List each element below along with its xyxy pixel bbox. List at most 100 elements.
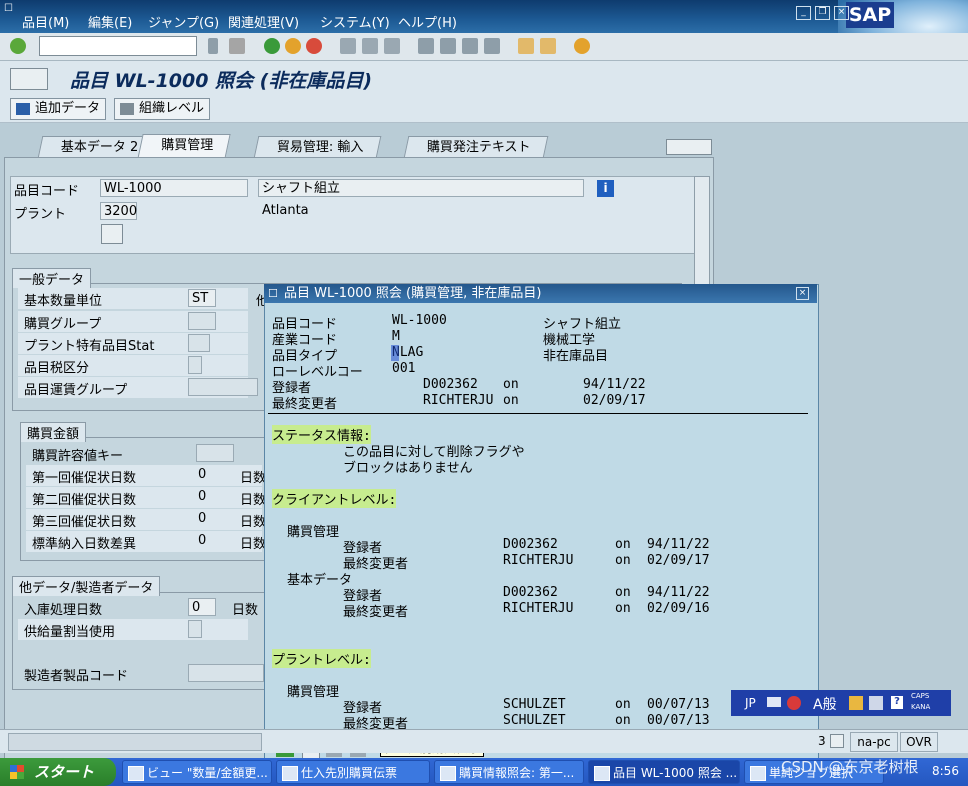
menu-system[interactable]: システム(Y) bbox=[320, 12, 390, 31]
page-title: 品目 WL-1000 照会 (非在庫品目) bbox=[70, 70, 373, 92]
plant-status-field[interactable] bbox=[188, 334, 210, 352]
arrow-right-icon bbox=[16, 103, 30, 115]
purchasing-group-field[interactable] bbox=[188, 312, 216, 330]
menu-edit[interactable]: 編集(E) bbox=[88, 12, 132, 31]
tab-purchase-order-text[interactable]: 購買発注テキスト bbox=[403, 136, 548, 158]
general-data-title: 一般データ bbox=[12, 268, 92, 288]
task-item[interactable]: 仕入先別購買伝票 bbox=[276, 760, 430, 784]
tab-scroll-buttons[interactable] bbox=[666, 139, 712, 155]
window-menu-icon[interactable]: ☐ bbox=[4, 3, 13, 14]
popup-type-desc: 非在庫品目 bbox=[543, 349, 609, 364]
system-info-icon[interactable] bbox=[830, 734, 844, 748]
back-icon[interactable] bbox=[264, 38, 280, 54]
task-item-active[interactable]: 品目 WL-1000 照会 ... bbox=[588, 760, 740, 784]
menu-goto[interactable]: ジャンプ(G) bbox=[148, 12, 219, 31]
reminder-2-label: 第二回催促状日数 bbox=[32, 493, 137, 508]
other-plant-icon[interactable] bbox=[101, 224, 123, 244]
client-basic-created-on: on bbox=[615, 585, 631, 600]
additional-data-button[interactable]: 追加データ bbox=[10, 98, 107, 120]
freight-group-field[interactable] bbox=[188, 378, 258, 396]
new-session-icon[interactable] bbox=[518, 38, 534, 54]
info-icon[interactable]: i bbox=[597, 180, 614, 197]
vertical-scrollbar[interactable] bbox=[694, 176, 710, 288]
std-deviation-label: 標準納入日数差異 bbox=[32, 537, 137, 552]
task-item[interactable]: 購買情報照会: 第一... bbox=[434, 760, 584, 784]
language-bar: JP A般 ? CAPS KANA bbox=[731, 690, 951, 716]
start-button[interactable]: スタート bbox=[0, 758, 116, 786]
plant-purch-changed-user: SCHULZET bbox=[503, 713, 566, 728]
first-page-icon[interactable] bbox=[418, 38, 434, 54]
sap-window-icon bbox=[440, 766, 456, 781]
base-unit-field[interactable]: ST bbox=[188, 289, 216, 307]
menu-material[interactable]: 品目(M) bbox=[22, 12, 69, 31]
reminder-2-value[interactable]: 0 bbox=[198, 489, 206, 504]
purchasing-values-title: 購買金額 bbox=[20, 422, 87, 442]
std-deviation-value[interactable]: 0 bbox=[198, 533, 206, 548]
dictionary-icon[interactable] bbox=[869, 696, 883, 710]
exit-icon[interactable] bbox=[285, 38, 301, 54]
lang-indicator[interactable]: JP bbox=[745, 696, 756, 710]
status-text-2: ブロックはありません bbox=[343, 461, 473, 476]
quota-usage-field[interactable] bbox=[188, 620, 202, 638]
popup-divider bbox=[268, 413, 808, 414]
find-icon[interactable] bbox=[362, 38, 378, 54]
shortcut-icon[interactable] bbox=[540, 38, 556, 54]
popup-changed-date: 02/09/17 bbox=[583, 393, 646, 408]
reminder-1-label: 第一回催促状日数 bbox=[32, 471, 137, 486]
material-description-field[interactable]: シャフト組立 bbox=[258, 179, 584, 197]
enter-icon[interactable] bbox=[10, 38, 26, 54]
other-data-title: 他データ/製造者データ bbox=[12, 576, 161, 596]
plant-field[interactable]: 3200 bbox=[100, 202, 137, 220]
help-icon[interactable]: ? bbox=[891, 696, 903, 709]
tab-foreign-trade-import[interactable]: 貿易管理: 輸入 bbox=[253, 136, 381, 158]
freight-group-label: 品目運賃グループ bbox=[24, 383, 128, 398]
tab-purchasing[interactable]: 購買管理 bbox=[137, 134, 231, 159]
find-next-icon[interactable] bbox=[384, 38, 400, 54]
client-purch-changed-user: RICHTERJU bbox=[503, 553, 574, 568]
display-change-icon[interactable] bbox=[10, 68, 48, 90]
next-page-icon[interactable] bbox=[462, 38, 478, 54]
close-icon[interactable]: × bbox=[834, 6, 849, 20]
print-icon[interactable] bbox=[340, 38, 356, 54]
command-field[interactable] bbox=[39, 36, 197, 56]
purchasing-group-label: 購買グループ bbox=[24, 317, 102, 332]
popup-created-on: on bbox=[503, 377, 519, 392]
ime-tools-icon[interactable] bbox=[849, 696, 863, 710]
org-levels-button[interactable]: 組織レベル bbox=[114, 98, 211, 120]
keyboard-icon[interactable] bbox=[767, 697, 781, 707]
tolerance-key-label: 購買許容値キー bbox=[32, 449, 124, 464]
ime-pad-icon[interactable] bbox=[787, 696, 801, 710]
help-icon[interactable] bbox=[574, 38, 590, 54]
popup-changed-on: on bbox=[503, 393, 519, 408]
tolerance-key-field[interactable] bbox=[196, 444, 234, 462]
restore-icon[interactable]: ❐ bbox=[815, 6, 830, 20]
insert-mode[interactable]: OVR bbox=[900, 732, 938, 752]
mfr-part-field[interactable] bbox=[188, 664, 264, 682]
plant-purchasing-heading: 購買管理 bbox=[287, 685, 340, 700]
save-icon[interactable] bbox=[229, 38, 245, 54]
command-history-icon[interactable] bbox=[208, 38, 218, 54]
menu-help[interactable]: ヘルプ(H) bbox=[398, 12, 457, 31]
client-purchasing-heading: 購買管理 bbox=[287, 525, 340, 540]
prev-page-icon[interactable] bbox=[440, 38, 456, 54]
cancel-icon[interactable] bbox=[306, 38, 322, 54]
kana-indicator: KANA bbox=[911, 703, 931, 711]
reminder-3-value[interactable]: 0 bbox=[198, 511, 206, 526]
material-field[interactable]: WL-1000 bbox=[100, 179, 248, 197]
last-page-icon[interactable] bbox=[484, 38, 500, 54]
tax-indicator-label: 品目税区分 bbox=[24, 361, 90, 376]
sap-window-icon bbox=[128, 766, 144, 781]
tax-indicator-field[interactable] bbox=[188, 356, 202, 374]
reminder-1-value[interactable]: 0 bbox=[198, 467, 206, 482]
input-mode[interactable]: A般 bbox=[813, 694, 837, 714]
client-purch-changed-date: 02/09/17 bbox=[647, 553, 710, 568]
server-name: na-pc bbox=[850, 732, 898, 752]
popup-close-icon[interactable]: × bbox=[796, 287, 809, 300]
mfr-part-label: 製造者製品コード bbox=[24, 669, 129, 684]
status-message-area bbox=[8, 733, 262, 751]
minimize-icon[interactable]: _ bbox=[796, 6, 811, 20]
task-item[interactable]: ビュー "数量/金額更... bbox=[122, 760, 272, 784]
plant-purch-created-user: SCHULZET bbox=[503, 697, 566, 712]
gr-processing-field[interactable]: 0 bbox=[188, 598, 216, 616]
menu-environment[interactable]: 関連処理(V) bbox=[228, 12, 299, 31]
